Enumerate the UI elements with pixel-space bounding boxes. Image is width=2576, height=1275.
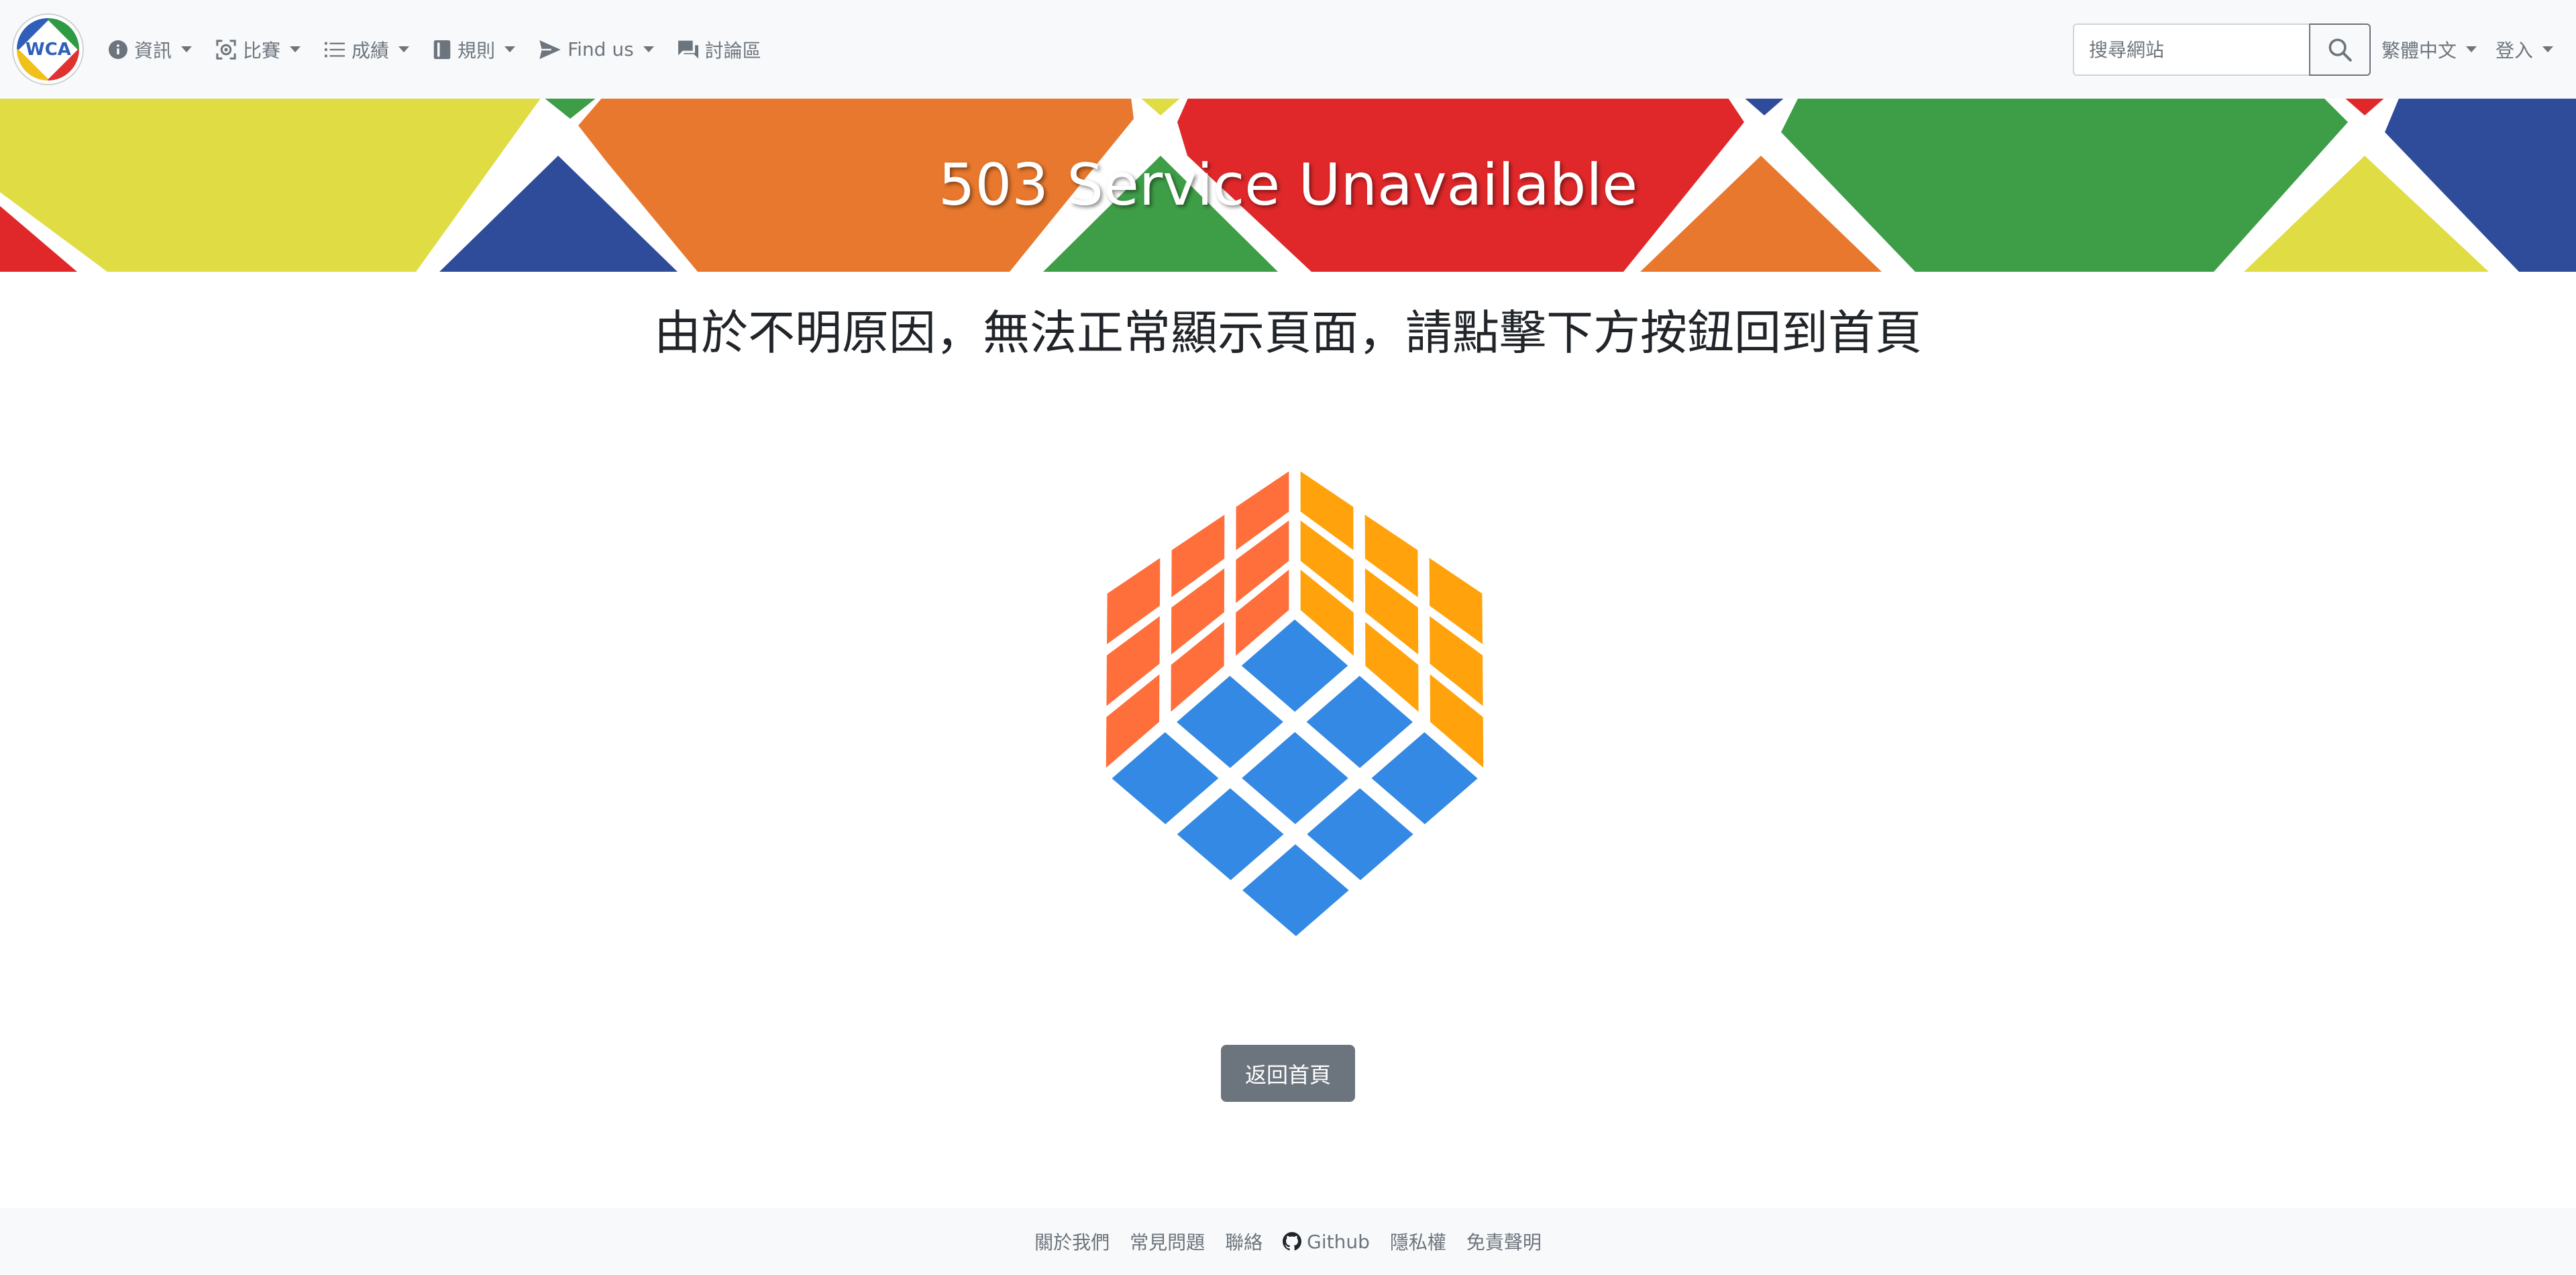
chevron-down-icon (504, 46, 516, 52)
footer: 關於我們 常見問題 聯絡 Github 隱私權 免責聲明 (0, 1208, 2576, 1275)
menu-competitions[interactable]: 比賽 (216, 36, 301, 63)
competition-icon (216, 39, 236, 60)
login-label: 登入 (2496, 39, 2534, 62)
chevron-down-icon (398, 46, 410, 52)
footer-link-privacy[interactable]: 隱私權 (1390, 1228, 1446, 1255)
menu-regulations[interactable]: 規則 (433, 36, 516, 63)
footer-link-disclaimer[interactable]: 免責聲明 (1466, 1228, 1542, 1255)
footer-link-faq[interactable]: 常見問題 (1130, 1228, 1205, 1255)
cube-sticker-blue (1177, 788, 1284, 880)
rubiks-cube-image (1106, 471, 1484, 936)
cube-sticker-blue (1307, 788, 1413, 880)
return-home-button[interactable]: 返回首頁 (1221, 1045, 1355, 1102)
footer-link-github[interactable]: Github (1283, 1231, 1370, 1253)
login-dropdown[interactable]: 登入 (2496, 36, 2554, 63)
footer-link-github-label: Github (1307, 1230, 1370, 1253)
menu-info[interactable]: 資訊 (109, 36, 193, 63)
chevron-down-icon (2542, 46, 2554, 52)
chevron-down-icon (643, 46, 654, 52)
chevron-down-icon (2466, 46, 2477, 52)
wca-logo[interactable]: WCA (13, 15, 83, 84)
chevron-down-icon (290, 46, 301, 52)
forum-icon (678, 40, 698, 58)
cube-sticker-blue (1242, 731, 1348, 825)
menu-results[interactable]: 成績 (325, 36, 410, 63)
search-button[interactable] (2309, 23, 2371, 76)
book-icon (433, 40, 451, 59)
top-navbar: WCA 資訊 比賽 成績 規則 Find us 討論區 搜尋網站 繁體中文 登入 (0, 0, 2576, 99)
menu-competitions-label: 比賽 (243, 39, 281, 62)
chevron-down-icon (181, 46, 193, 52)
info-circle-icon (109, 40, 127, 59)
send-icon (539, 40, 561, 59)
menu-regulations-label: 規則 (458, 39, 496, 62)
github-icon (1283, 1232, 1302, 1251)
language-label: 繁體中文 (2381, 39, 2457, 62)
list-icon (325, 42, 345, 57)
menu-find-us[interactable]: Find us (539, 38, 654, 60)
page-title: 503 Service Unavailable (938, 152, 1638, 219)
menu-info-label: 資訊 (134, 39, 172, 62)
language-dropdown[interactable]: 繁體中文 (2381, 36, 2477, 63)
menu-find-us-label: Find us (568, 38, 634, 60)
footer-link-contact[interactable]: 聯絡 (1225, 1228, 1263, 1255)
error-banner: 503 Service Unavailable (0, 99, 2576, 272)
search-input[interactable] (2073, 23, 2309, 76)
cube-sticker-blue (1242, 844, 1349, 936)
menu-results-label: 成績 (352, 39, 390, 62)
cube-top-face (1112, 619, 1478, 936)
main-menu: 資訊 比賽 成績 規則 Find us 討論區 (109, 0, 786, 99)
menu-forum-label: 討論區 (704, 39, 761, 62)
site-search (2073, 23, 2371, 76)
magnifier-icon (2328, 38, 2352, 62)
menu-forum[interactable]: 討論區 (678, 36, 761, 63)
footer-link-about[interactable]: 關於我們 (1034, 1228, 1110, 1255)
logo-text: WCA (25, 39, 71, 60)
error-message: 由於不明原因，無法正常顯示頁面，請點擊下方按鈕回到首頁 (654, 305, 1922, 360)
